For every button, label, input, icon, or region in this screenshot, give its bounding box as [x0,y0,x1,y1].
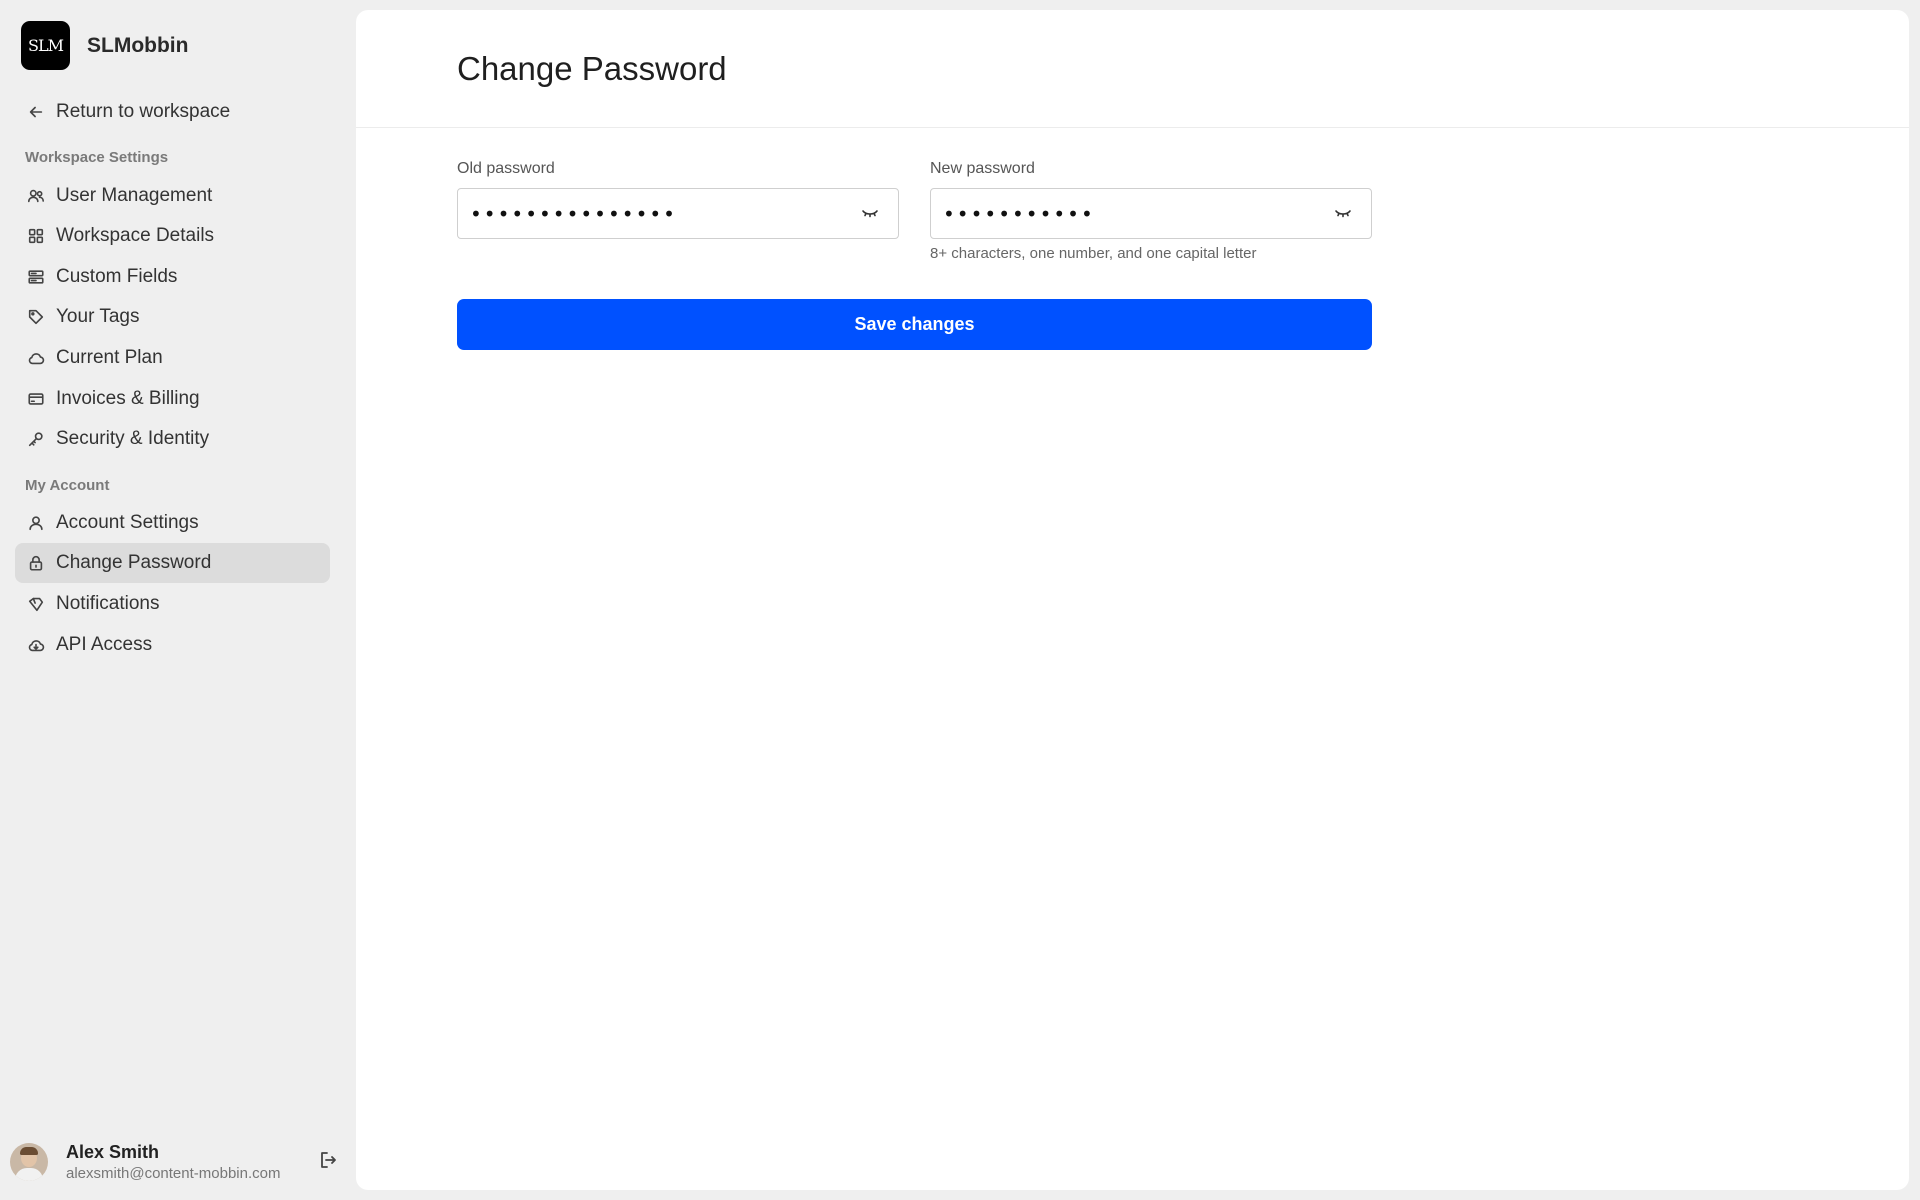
cloud-icon [26,348,46,368]
page-header: Change Password [356,10,1909,128]
eye-closed-icon[interactable] [861,206,881,222]
user-name: Alex Smith [66,1142,160,1162]
return-label: Return to workspace [56,101,231,122]
sidebar-item-user-management[interactable]: User Management [15,176,330,216]
brand-name: SLMobbin [87,33,189,57]
old-password-input[interactable] [470,201,850,226]
credit-card-icon [26,389,46,409]
logout-icon [318,1152,338,1174]
sidebar-item-custom-fields[interactable]: Custom Fields [15,257,330,297]
fields-icon [26,267,46,287]
user-icon [26,513,46,533]
user-email: alexsmith@content-mobbin.com [66,1165,281,1182]
new-password-input[interactable] [943,201,1323,226]
new-password-input-box [930,188,1372,239]
sidebar-item-label: Your Tags [56,306,140,327]
cloud-download-icon [26,635,46,655]
sidebar-item-change-password[interactable]: Change Password [15,543,330,583]
old-password-field: Old password [457,160,899,239]
tag-icon [26,307,46,327]
sidebar-item-security-identity[interactable]: Security & Identity [15,419,330,459]
sidebar-item-label: API Access [56,634,153,655]
sidebar-item-label: Account Settings [56,512,199,533]
users-icon [26,186,46,206]
sidebar-item-label: Workspace Details [56,225,215,246]
eye-closed-icon[interactable] [1334,206,1354,222]
old-password-label: Old password [457,160,555,177]
sidebar-item-current-plan[interactable]: Current Plan [15,338,330,378]
new-password-label: New password [930,160,1035,177]
sidebar-item-workspace-details[interactable]: Workspace Details [15,216,330,256]
sidebar-item-notifications[interactable]: Notifications [15,584,330,624]
sidebar: SLM SLMobbin Return to workspace Workspa… [0,0,356,1200]
workspace-settings-heading: Workspace Settings [25,149,169,166]
old-password-input-box [457,188,899,239]
grid-icon [26,226,46,246]
arrow-left-icon [26,102,46,122]
sidebar-item-api-access[interactable]: API Access [15,625,330,665]
brand-logo: SLM [21,21,70,70]
brand[interactable]: SLM SLMobbin [21,21,188,70]
user-profile[interactable]: Alex Smith alexsmith@content-mobbin.com [10,1140,340,1184]
sidebar-item-label: Invoices & Billing [56,388,200,409]
lock-icon [26,553,46,573]
sidebar-item-label: Current Plan [56,347,163,368]
sidebar-item-label: Notifications [56,593,160,614]
my-account-heading: My Account [25,477,110,494]
sidebar-item-label: Change Password [56,552,212,573]
logout-button[interactable] [318,1150,340,1172]
password-hint: 8+ characters, one number, and one capit… [930,245,1257,262]
key-icon [26,429,46,449]
save-changes-button[interactable]: Save changes [457,299,1372,350]
sidebar-item-account-settings[interactable]: Account Settings [15,503,330,543]
page-title: Change Password [457,50,727,87]
sidebar-item-label: Security & Identity [56,428,210,449]
sidebar-item-label: User Management [56,185,213,206]
main-panel: Change Password Old password New passwor… [356,10,1909,1190]
bell-icon [26,594,46,614]
new-password-field: New password 8+ characters, one number, … [930,160,1372,262]
return-to-workspace-link[interactable]: Return to workspace [15,92,330,132]
sidebar-item-label: Custom Fields [56,266,178,287]
sidebar-item-your-tags[interactable]: Your Tags [15,297,330,337]
avatar [10,1143,48,1181]
sidebar-item-invoices-billing[interactable]: Invoices & Billing [15,379,330,419]
